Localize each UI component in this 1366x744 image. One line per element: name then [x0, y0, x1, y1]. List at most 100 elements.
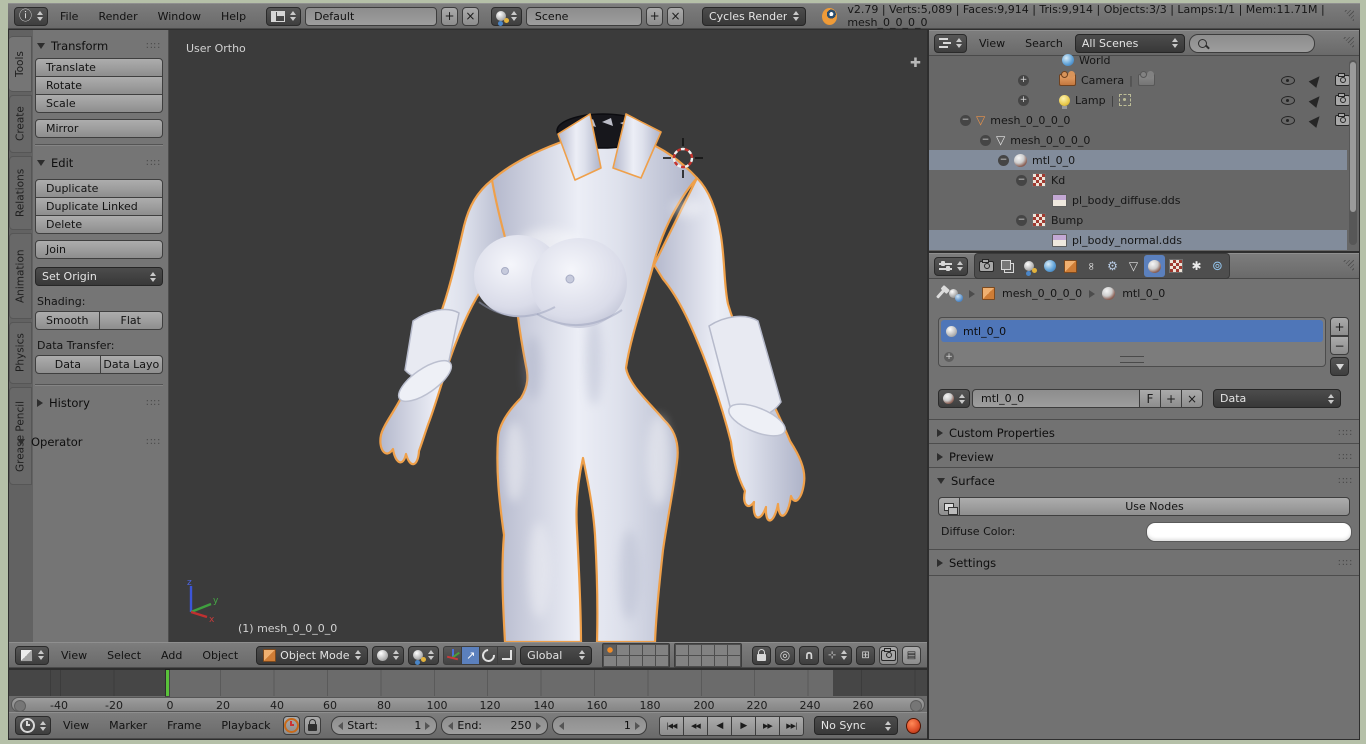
list-resize-grip[interactable]: [1120, 356, 1144, 363]
pivot-center-select[interactable]: [408, 646, 439, 665]
current-frame-line[interactable]: [166, 670, 169, 696]
panel-grip-icon[interactable]: ∷∷: [1338, 452, 1353, 463]
jump-to-start-button[interactable]: |◀◀: [659, 716, 684, 736]
expand-plus-icon[interactable]: +: [1018, 75, 1029, 86]
tab-relations[interactable]: Relations: [9, 156, 32, 230]
snap-toggle-button[interactable]: ∩: [799, 646, 819, 665]
panel-grip-icon[interactable]: ∷∷: [146, 437, 161, 448]
fake-user-button[interactable]: F: [1139, 389, 1161, 408]
play-reverse-button[interactable]: ◀: [707, 716, 732, 736]
add-scene-button[interactable]: +: [646, 7, 663, 26]
menu-select[interactable]: Select: [99, 649, 149, 662]
layers-grid-2[interactable]: [674, 643, 742, 668]
panel-grip-icon[interactable]: ∷∷: [146, 398, 161, 409]
tab-physics[interactable]: ⊚: [1207, 255, 1228, 277]
panel-header-operator[interactable]: Operator∷∷: [15, 430, 163, 454]
tree-row-image-diffuse[interactable]: pl_body_diffuse.dds: [929, 190, 1347, 210]
lock-time-cursor-button[interactable]: [304, 716, 321, 735]
region-split-plus-icon[interactable]: ✚: [910, 56, 921, 71]
join-button[interactable]: Join: [35, 240, 163, 259]
editor-type-select-3dview[interactable]: [15, 646, 49, 665]
collapse-minus-icon[interactable]: −: [1016, 215, 1027, 226]
collapse-minus-icon[interactable]: −: [1016, 175, 1027, 186]
tab-scene[interactable]: [1018, 255, 1039, 277]
snap-element-select[interactable]: ⊹: [823, 646, 852, 665]
panel-header-custom-properties[interactable]: Custom Properties∷∷: [935, 421, 1355, 445]
add-material-slot-button[interactable]: +: [1330, 317, 1349, 336]
sync-mode-select[interactable]: No Sync: [814, 716, 898, 735]
menu-search-outliner[interactable]: Search: [1017, 37, 1071, 50]
new-material-button[interactable]: +: [1160, 389, 1182, 408]
collapse-minus-icon[interactable]: −: [998, 155, 1009, 166]
screen-layout-name[interactable]: Default: [305, 7, 437, 26]
frame-end-stepper[interactable]: End:250: [441, 716, 547, 735]
close-layout-button[interactable]: ×: [462, 7, 479, 26]
layer-1-active[interactable]: [604, 645, 616, 655]
tab-modifiers[interactable]: ⚙: [1102, 255, 1123, 277]
scene-browse[interactable]: [491, 7, 522, 26]
collapse-minus-icon[interactable]: −: [960, 115, 971, 126]
timeline-scrollbar[interactable]: -40 -20 0 20 40 60 80 100 120 140 160 18…: [11, 697, 925, 712]
material-name-input[interactable]: mtl_0_0: [972, 389, 1140, 408]
menu-render[interactable]: Render: [90, 10, 145, 23]
diffuse-color-swatch[interactable]: [1146, 522, 1352, 542]
close-scene-button[interactable]: ×: [667, 7, 684, 26]
tab-constraints[interactable]: ∞: [1081, 255, 1102, 277]
jump-next-keyframe-button[interactable]: ▶▶: [755, 716, 780, 736]
preview-range-toggle[interactable]: [283, 716, 300, 735]
cursor-3d[interactable]: [661, 136, 705, 180]
panel-header-preview[interactable]: Preview∷∷: [935, 445, 1355, 469]
tab-material[interactable]: [1144, 255, 1165, 277]
tree-row-texture-bump[interactable]: −Bump: [929, 210, 1347, 230]
tab-render[interactable]: [976, 255, 997, 277]
scale-button[interactable]: Scale: [35, 94, 163, 113]
tree-row-camera[interactable]: +Camera |: [929, 70, 1347, 90]
tab-render-layers[interactable]: [997, 255, 1018, 277]
menu-view[interactable]: View: [53, 649, 95, 662]
use-nodes-button[interactable]: Use Nodes: [959, 497, 1350, 516]
menu-view-timeline[interactable]: View: [55, 719, 97, 732]
menu-add[interactable]: Add: [153, 649, 190, 662]
manipulator-scale-button[interactable]: [497, 646, 516, 665]
remove-material-slot-button[interactable]: −: [1330, 336, 1349, 355]
tab-animation[interactable]: Animation: [9, 233, 32, 319]
translate-button[interactable]: Translate: [35, 58, 163, 77]
mode-select[interactable]: Object Mode: [256, 646, 368, 665]
timeline-canvas[interactable]: [9, 670, 927, 696]
renderability-camera-icon[interactable]: [1335, 75, 1350, 86]
scene-name[interactable]: Scene: [526, 7, 642, 26]
panel-header-surface[interactable]: Surface∷∷: [935, 469, 1355, 493]
unlink-material-button[interactable]: ×: [1181, 389, 1203, 408]
manipulator-translate-button[interactable]: ↗: [461, 646, 480, 665]
nodetree-icon-button[interactable]: [938, 497, 960, 516]
menu-help[interactable]: Help: [213, 10, 254, 23]
frame-start-stepper[interactable]: Start:1: [331, 716, 437, 735]
visibility-eye-icon[interactable]: [1281, 94, 1295, 106]
panel-grip-icon[interactable]: ∷∷: [146, 41, 161, 52]
visibility-eye-icon[interactable]: [1281, 74, 1295, 86]
jump-to-end-button[interactable]: ▶▶|: [779, 716, 804, 736]
scrollbar-left-handle[interactable]: [14, 700, 26, 712]
tree-row-texture-kd[interactable]: −Kd: [929, 170, 1347, 190]
corner-resize-grip[interactable]: [1343, 10, 1354, 22]
visibility-eye-icon[interactable]: [1281, 114, 1295, 126]
increment-icon[interactable]: [536, 722, 541, 730]
panel-grip-icon[interactable]: ∷∷: [1338, 476, 1353, 487]
increment-icon[interactable]: [425, 722, 430, 730]
panel-header-transform[interactable]: Transform∷∷: [35, 34, 163, 58]
panel-header-settings[interactable]: Settings∷∷: [935, 551, 1355, 575]
lock-to-scene-button[interactable]: [752, 646, 771, 665]
shade-smooth-button[interactable]: Smooth: [35, 311, 100, 330]
current-frame-stepper[interactable]: 1: [552, 716, 647, 735]
expand-plus-icon[interactable]: +: [1018, 95, 1029, 106]
tab-world[interactable]: [1039, 255, 1060, 277]
renderability-camera-icon[interactable]: [1335, 115, 1350, 126]
set-origin-select[interactable]: Set Origin: [35, 267, 163, 286]
tab-create[interactable]: Create: [9, 95, 32, 153]
tree-row-world[interactable]: World: [929, 50, 1347, 70]
tree-row-lamp[interactable]: +Lamp |: [929, 90, 1347, 110]
menu-window[interactable]: Window: [150, 10, 209, 23]
viewport-shading-select[interactable]: [372, 646, 404, 665]
manipulator-rotate-button[interactable]: [479, 646, 498, 665]
editor-type-select-properties[interactable]: [934, 257, 968, 276]
